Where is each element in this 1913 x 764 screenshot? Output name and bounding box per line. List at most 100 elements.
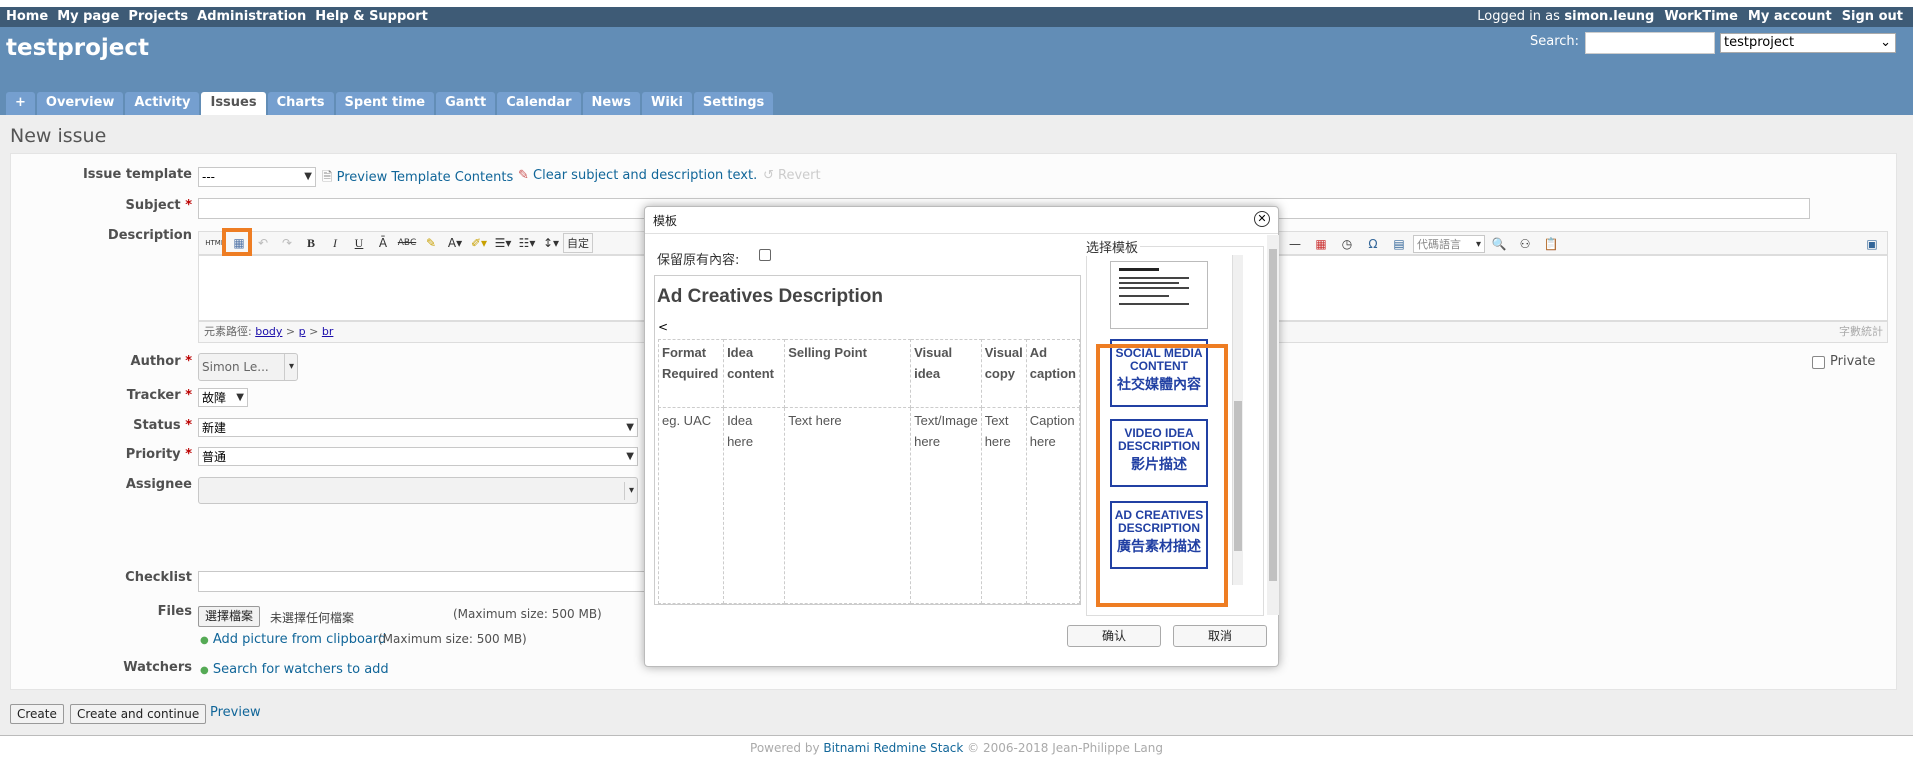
tab-news[interactable]: News: [582, 92, 640, 115]
underline-icon[interactable]: U: [347, 233, 371, 253]
highlight-color-icon[interactable]: ✐▾: [467, 233, 491, 253]
private-checkbox[interactable]: [1812, 356, 1825, 369]
project-jump-select[interactable]: testproject ⌄: [1720, 33, 1896, 53]
redo-icon[interactable]: ↷: [275, 233, 299, 253]
top-menu-help[interactable]: Help & Support: [315, 7, 428, 27]
top-menu-my-page[interactable]: My page: [57, 7, 119, 27]
tracker-select[interactable]: 故障 ▼: [198, 388, 248, 407]
close-icon[interactable]: ✕: [1254, 211, 1270, 227]
search-input[interactable]: [1585, 32, 1715, 54]
top-menu-projects[interactable]: Projects: [128, 7, 188, 27]
watchers-label: Watchers: [123, 660, 192, 675]
project-title: testproject: [6, 35, 149, 61]
bitnami-link[interactable]: Bitnami Redmine Stack: [823, 741, 963, 755]
issue-template-select[interactable]: --- ▼: [198, 167, 316, 187]
files-label: Files: [157, 604, 192, 619]
strikethrough-icon[interactable]: ABC: [395, 233, 419, 253]
create-and-continue-button[interactable]: Create and continue: [70, 704, 207, 724]
eraser-icon: ✎: [518, 168, 529, 183]
font-color-icon[interactable]: A▾: [443, 233, 467, 253]
table-icon[interactable]: ▤: [1387, 234, 1411, 254]
thumb-line: [1119, 295, 1169, 297]
undo-icon[interactable]: ↶: [251, 233, 275, 253]
path-br[interactable]: br: [322, 325, 334, 338]
clear-text-link[interactable]: ✎ Clear subject and description text.: [518, 168, 757, 183]
assignee-select[interactable]: ▾: [198, 477, 638, 504]
font-border-icon[interactable]: Ā: [371, 233, 395, 253]
preview-link[interactable]: Preview: [210, 705, 261, 720]
preview-template-link[interactable]: 🗎 Preview Template Contents: [322, 168, 513, 190]
template-list-scrollbar[interactable]: [1232, 255, 1243, 585]
paste-icon[interactable]: 📋: [1539, 234, 1563, 254]
tab-wiki[interactable]: Wiki: [642, 92, 692, 115]
issue-template-label: Issue template: [82, 167, 192, 182]
scrollbar-thumb[interactable]: [1269, 249, 1277, 581]
cancel-button[interactable]: 取消: [1173, 625, 1267, 647]
format-select[interactable]: 自定: [563, 233, 593, 253]
thumb-line: [1119, 268, 1159, 271]
tab-calendar[interactable]: Calendar: [497, 92, 581, 115]
dialog-scrollbar[interactable]: [1267, 235, 1279, 615]
add-icon: ●: [200, 635, 209, 646]
add-picture-link[interactable]: ● Add picture from clipboard: [200, 632, 386, 647]
search-watchers-label: Search for watchers to add: [212, 662, 389, 677]
search-replace-icon[interactable]: 🔍: [1487, 234, 1511, 254]
chevron-down-icon: ▼: [304, 171, 312, 182]
page-title: New issue: [10, 125, 107, 147]
path-body[interactable]: body: [255, 325, 282, 338]
special-char-icon[interactable]: Ω: [1361, 234, 1385, 254]
date-icon[interactable]: ▦: [1309, 234, 1333, 254]
keep-content-checkbox[interactable]: [759, 249, 771, 261]
top-menu-home[interactable]: Home: [6, 7, 48, 27]
editor-toolbar-right: — ▦ ◷ Ω ▤ 代碼語言 ▾ 🔍 ⚇ 📋: [1283, 234, 1563, 254]
tab-activity[interactable]: Activity: [125, 92, 200, 115]
bold-icon[interactable]: B: [299, 233, 323, 253]
fullscreen-icon[interactable]: ▣: [1860, 234, 1884, 254]
horizontal-rule-icon[interactable]: —: [1283, 234, 1307, 254]
status-select[interactable]: 新建 ▼: [198, 418, 638, 437]
search-watchers-link[interactable]: ● Search for watchers to add: [200, 662, 389, 677]
subject-label: Subject *: [126, 198, 192, 213]
ordered-list-icon[interactable]: ☰▾: [491, 233, 515, 253]
tab-spent-time[interactable]: Spent time: [335, 92, 435, 115]
top-menu-my-account[interactable]: My account: [1748, 7, 1832, 27]
main-menu-tabs: + Overview Activity Issues Charts Spent …: [6, 92, 774, 115]
tab-new[interactable]: +: [6, 92, 35, 115]
table-cell: eg. UAC: [657, 407, 725, 604]
create-button[interactable]: Create: [10, 704, 64, 724]
element-path-label: 元素路徑:: [204, 325, 252, 338]
tab-gantt[interactable]: Gantt: [436, 92, 496, 115]
logged-in-prefix: Logged in as: [1477, 9, 1560, 24]
unordered-list-icon[interactable]: ☷▾: [515, 233, 539, 253]
tab-charts[interactable]: Charts: [267, 92, 334, 115]
tab-overview[interactable]: Overview: [36, 92, 124, 115]
table-header-cell: Idea content: [723, 339, 786, 408]
checklist-input[interactable]: [198, 571, 648, 592]
tab-settings[interactable]: Settings: [693, 92, 774, 115]
confirm-button[interactable]: 确认: [1067, 625, 1161, 647]
revert-link[interactable]: ↺ Revert: [763, 168, 821, 183]
logged-in-user[interactable]: simon.leung: [1564, 9, 1654, 24]
template-thumb-document[interactable]: [1110, 261, 1208, 329]
top-menu-sign-out[interactable]: Sign out: [1842, 7, 1903, 27]
chevron-down-icon: ▼: [236, 392, 244, 403]
code-language-select[interactable]: 代碼語言 ▾: [1413, 235, 1485, 253]
clear-text-label: Clear subject and description text.: [533, 168, 758, 183]
top-menu-worktime[interactable]: WorkTime: [1664, 7, 1738, 27]
word-count: 字數統計: [1839, 325, 1883, 338]
author-select[interactable]: Simon Le... ▾: [198, 353, 298, 381]
path-p[interactable]: p: [299, 325, 306, 338]
priority-label-text: Priority: [125, 447, 181, 462]
choose-file-button[interactable]: 選擇檔案: [198, 606, 261, 627]
tab-issues[interactable]: Issues: [201, 92, 266, 115]
required-star: *: [185, 388, 192, 403]
priority-value: 普通: [202, 450, 227, 464]
binoculars-icon[interactable]: ⚇: [1513, 234, 1537, 254]
priority-select[interactable]: 普通 ▼: [198, 447, 638, 466]
italic-icon[interactable]: I: [323, 233, 347, 253]
format-brush-icon[interactable]: ✎: [419, 233, 443, 253]
top-menu-administration[interactable]: Administration: [197, 7, 306, 27]
scrollbar-thumb[interactable]: [1234, 401, 1242, 551]
line-height-icon[interactable]: ↕▾: [539, 233, 563, 253]
time-icon[interactable]: ◷: [1335, 234, 1359, 254]
